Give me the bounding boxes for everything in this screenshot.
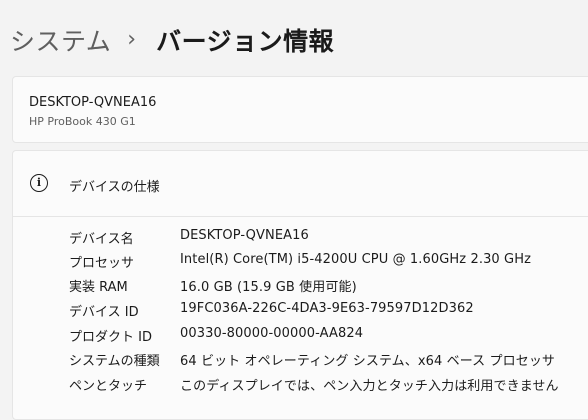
device-model: HP ProBook 430 G1	[29, 115, 136, 128]
spec-label: 実装 RAM	[69, 280, 128, 295]
spec-value: DESKTOP-QVNEA16	[180, 228, 309, 243]
spec-value: このディスプレイでは、ペン入力とタッチ入力は利用できません	[180, 379, 559, 394]
spec-row-processor: プロセッサ Intel(R) Core(TM) i5-4200U CPU @ 1…	[13, 252, 588, 272]
spec-row-device-id: デバイス ID 19FC036A-226C-4DA3-9E63-79597D12…	[13, 301, 588, 321]
device-spec-card: i デバイスの仕様 デバイス名 DESKTOP-QVNEA16 プロセッサ In…	[12, 150, 588, 420]
breadcrumb: システム › バージョン情報	[10, 22, 334, 58]
page-title: バージョン情報	[156, 27, 335, 56]
spec-label: ペンとタッチ	[69, 379, 148, 394]
breadcrumb-system-link[interactable]: システム	[10, 22, 111, 58]
spec-value: 16.0 GB (15.9 GB 使用可能)	[180, 280, 357, 295]
spec-row-system-type: システムの種類 64 ビット オペレーティング システム、x64 ベース プロセ…	[13, 350, 588, 370]
divider	[13, 216, 588, 217]
info-icon: i	[30, 174, 48, 192]
spec-value: 64 ビット オペレーティング システム、x64 ベース プロセッサ	[180, 354, 556, 369]
spec-value: 00330-80000-00000-AA824	[180, 326, 364, 341]
device-card: DESKTOP-QVNEA16 HP ProBook 430 G1	[12, 76, 588, 143]
spec-label: デバイス名	[69, 232, 134, 247]
spec-label: システムの種類	[69, 354, 160, 369]
spec-row-device-name: デバイス名 DESKTOP-QVNEA16	[13, 228, 588, 248]
spec-value: Intel(R) Core(TM) i5-4200U CPU @ 1.60GHz…	[180, 252, 532, 267]
spec-label: デバイス ID	[69, 305, 139, 320]
device-spec-header[interactable]: i デバイスの仕様	[13, 151, 588, 216]
spec-row-product-id: プロダクト ID 00330-80000-00000-AA824	[13, 326, 588, 346]
spec-label: プロセッサ	[69, 256, 135, 271]
spec-row-pen-touch: ペンとタッチ このディスプレイでは、ペン入力とタッチ入力は利用できません	[13, 375, 588, 395]
device-spec-title: デバイスの仕様	[69, 180, 160, 195]
chevron-right-icon: ›	[127, 26, 137, 52]
device-name: DESKTOP-QVNEA16	[29, 95, 157, 110]
spec-value: 19FC036A-226C-4DA3-9E63-79597D12D362	[180, 301, 474, 316]
spec-row-ram: 実装 RAM 16.0 GB (15.9 GB 使用可能)	[13, 276, 588, 296]
spec-label: プロダクト ID	[69, 330, 152, 345]
